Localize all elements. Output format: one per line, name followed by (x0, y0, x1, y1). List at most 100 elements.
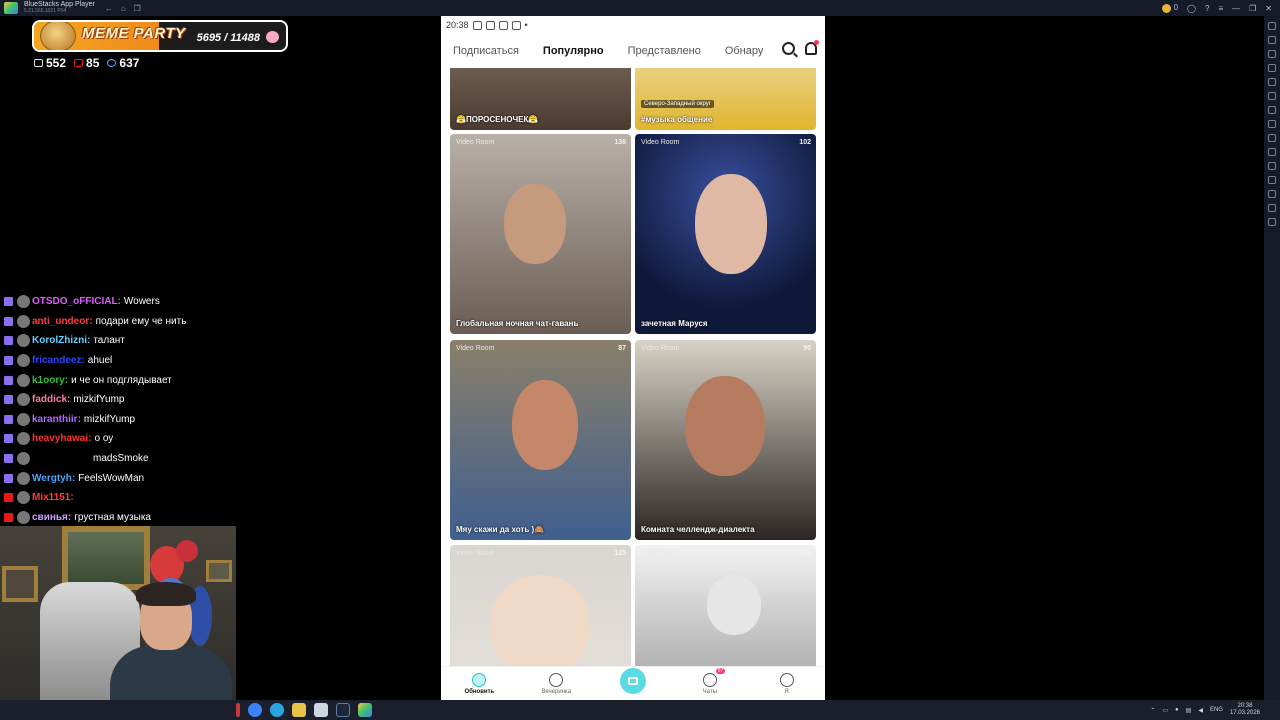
help-icon[interactable]: ? (1205, 4, 1209, 13)
user-badge-icon (17, 491, 30, 505)
chat-username[interactable]: karanthiir: (32, 414, 81, 425)
nav-party[interactable]: Вечеринка (526, 672, 586, 695)
chat-username[interactable]: heavyhawai: (32, 433, 91, 444)
chat-username[interactable]: fricandeez: (32, 355, 85, 366)
folder-icon[interactable] (292, 703, 306, 717)
room-card[interactable]: Северо-Западный округ #музыка общение (635, 68, 816, 130)
volume-icon[interactable] (1268, 36, 1276, 44)
gamepad-icon[interactable] (1268, 64, 1276, 72)
restore-icon[interactable]: ❐ (1249, 4, 1256, 13)
room-title: 😤ПОРОСЕНОЧЕК😤 (456, 115, 539, 124)
coins-display[interactable]: 0 (1162, 3, 1178, 13)
back-icon[interactable]: ← (105, 4, 113, 13)
chat-message: k1oory: и че он подглядывает (4, 370, 234, 390)
room-card[interactable]: Video Room 102 зачетная Маруся (635, 134, 816, 334)
tab-0[interactable]: Подписаться (453, 45, 519, 57)
screenshot-icon[interactable] (1268, 106, 1276, 114)
eco-mode-icon[interactable] (1268, 204, 1276, 212)
keyboard-icon[interactable] (1268, 50, 1276, 58)
chat-text: ahuel (87, 355, 113, 367)
chat-message: Wergtyh: FeelsWowMan (4, 468, 234, 488)
room-type-label: Video Room (641, 139, 680, 146)
bottom-nav: Обновить Вечеринка 97 Чаты Я (441, 666, 825, 700)
chat-username[interactable]: KorolZhizni: (32, 335, 90, 346)
user-badge-icon (17, 354, 30, 368)
room-card[interactable]: Video Room 90 Комната челлендж-диалекта (635, 340, 816, 540)
bell-icon[interactable] (805, 40, 819, 55)
room-feed[interactable]: 😤ПОРОСЕНОЧЕК😤 Северо-Западный округ #музык… (441, 68, 825, 666)
macro-icon[interactable] (1268, 176, 1276, 184)
nav-refresh[interactable]: Обновить (449, 672, 509, 695)
room-card[interactable]: 😤ПОРОСЕНОЧЕК😤 (450, 68, 631, 130)
nav-camera[interactable] (603, 667, 663, 694)
location-icon[interactable] (1268, 162, 1276, 170)
multi-instance-icon[interactable] (1268, 190, 1276, 198)
sub-badge-icon (4, 395, 13, 405)
room-card[interactable]: Video Room 136 Глобальная ночная чат-гаван… (450, 134, 631, 334)
apk-icon[interactable] (1268, 148, 1276, 156)
home-icon[interactable]: ⌂ (121, 4, 126, 13)
taskbar-app-icon[interactable] (236, 703, 240, 717)
expand-icon[interactable] (1268, 22, 1276, 30)
language-indicator[interactable]: ENG (1210, 707, 1223, 713)
minimize-icon[interactable]: — (1232, 4, 1240, 13)
volume-icon[interactable]: ◀ (1198, 707, 1203, 714)
menu-icon[interactable]: ≡ (1218, 4, 1223, 13)
sub-badge-icon (4, 454, 13, 464)
chat-username[interactable]: anti_undeor: (32, 316, 93, 327)
chat-username[interactable]: свинья: (32, 512, 71, 523)
chat-username[interactable]: Mix1151: (32, 492, 74, 503)
app-title: BlueStacks App Player (24, 1, 95, 8)
chat-username[interactable]: k1oory: (32, 375, 68, 386)
nav-chats[interactable]: 97 Чаты (680, 667, 740, 695)
room-card[interactable]: Video Room 78 (635, 545, 816, 666)
nav-profile[interactable]: Я (757, 672, 817, 695)
tab-2[interactable]: Представлено (628, 45, 701, 57)
telegram-icon[interactable] (270, 703, 284, 717)
notepad-icon[interactable] (314, 703, 328, 717)
close-icon[interactable]: ✕ (1265, 4, 1272, 13)
sub-badge-icon (4, 336, 13, 346)
room-card[interactable]: Video Room 125 (450, 545, 631, 666)
chat-icon (34, 59, 43, 67)
sub-badge-icon (4, 414, 13, 424)
tray-app-icon[interactable]: ▭ (1162, 707, 1168, 714)
tray-arrow-icon[interactable]: ⌃ (1150, 707, 1155, 714)
clock[interactable]: 20:38 17.03.2026 (1230, 703, 1260, 717)
chat-text: о оу (94, 433, 114, 445)
room-thumbnail (490, 575, 590, 666)
meme-party-progress: MEME PARTY 5695 / 11488 (32, 20, 288, 52)
browser-icon[interactable] (248, 703, 262, 717)
user-badge-icon (17, 334, 30, 348)
tab-3[interactable]: Обнару (725, 45, 764, 57)
room-title: зачетная Маруся (641, 319, 708, 328)
tabs-icon[interactable]: ❐ (134, 4, 141, 13)
account-icon[interactable]: ◯ (1187, 4, 1196, 13)
painting-image (2, 566, 38, 602)
search-icon[interactable] (782, 42, 795, 55)
network-icon[interactable]: ▤ (1186, 707, 1192, 714)
shake-icon[interactable] (1268, 92, 1276, 100)
steam-icon[interactable] (336, 703, 350, 717)
painting-image (206, 560, 232, 582)
user-badge-icon (17, 471, 30, 485)
room-type-label: Video Room (641, 345, 680, 352)
windows-taskbar: ⌃ ▭ ● ▤ ◀ ENG 20:38 17.03.2026 (0, 700, 1280, 720)
chat-text: и че он подглядывает (71, 374, 172, 386)
live-badge-icon (4, 512, 13, 522)
bluestacks-icon[interactable] (358, 703, 372, 717)
room-thumbnail (512, 380, 578, 470)
user-badge-icon (17, 412, 30, 426)
tab-1[interactable]: Популярно (543, 45, 604, 57)
bluestacks-sidebar (1264, 16, 1280, 700)
mic-icon[interactable]: ● (1175, 707, 1179, 713)
room-card[interactable]: Video Room 87 Мяу скажи да хоть )🙈 (450, 340, 631, 540)
chat-username[interactable]: Wergtyh: (32, 473, 75, 484)
room-viewer-count: 78 (803, 550, 811, 557)
folder-icon[interactable] (1268, 134, 1276, 142)
chat-username[interactable]: faddick: (32, 394, 70, 405)
rotate-icon[interactable] (1268, 78, 1276, 86)
chat-username[interactable]: OTSDO_oFFICIAL: (32, 296, 121, 307)
record-icon[interactable] (1268, 120, 1276, 128)
sync-icon[interactable] (1268, 218, 1276, 226)
